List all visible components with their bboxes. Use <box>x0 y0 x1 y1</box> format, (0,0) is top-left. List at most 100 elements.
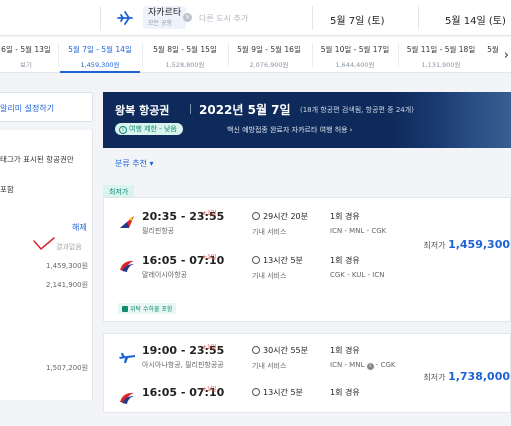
price-alert-label: 알리미 설정하기 <box>0 104 55 113</box>
sort-dropdown[interactable]: 분류 추천 ▾ <box>115 158 154 169</box>
filter-price: 1,507,200원 <box>46 364 89 372</box>
depart-date[interactable]: 5월 7일 (토) <box>330 12 385 27</box>
clock-icon <box>252 256 260 264</box>
flight-leg: 16:05 - 07:10 +1일 말레이시아항공 13시간 5분 기내 서비스… <box>104 254 511 294</box>
baggage-badge: 위탁 수하물 포함 <box>118 303 177 314</box>
date-range: 5월 8일 - 5월 15일 <box>153 45 217 54</box>
stops-count: 1회 경유 <box>330 388 360 397</box>
include-label[interactable]: 포함 <box>0 184 14 195</box>
divider <box>312 43 313 67</box>
reset-link[interactable]: 해제 <box>72 222 87 233</box>
airline-name: 아시아나항공, 필리핀항공공 <box>142 361 224 369</box>
filter-card: 태그가 표시된 항공권만 포함 해제 결과없음 1,459,300원 2,141… <box>0 130 93 400</box>
next-day-marker: +1일 <box>202 386 217 393</box>
tag-filter-label[interactable]: 태그가 표시된 항공권만 <box>0 154 74 165</box>
city-skyline-image <box>391 92 511 148</box>
price-value: 1,459,300 <box>448 238 510 251</box>
stops-count: 1회 경유 <box>330 346 360 355</box>
next-day-marker: +1일 <box>202 210 217 217</box>
flight-duration: 29시간 20분 <box>252 211 308 222</box>
header-date: 2022년 5월 7일 <box>199 103 291 117</box>
return-date[interactable]: 5월 14일 (토) <box>445 12 506 27</box>
divider <box>418 6 419 30</box>
date-tab[interactable]: 5월 11일 - 5월 18일 1,131,900원 <box>400 37 482 73</box>
airline-name: 필리핀항공 <box>142 227 175 235</box>
flight-duration: 13시간 5분 <box>252 255 303 266</box>
chevron-down-icon: ▾ <box>149 159 154 168</box>
add-city-input[interactable]: 다른 도시 추가 <box>199 13 248 24</box>
price-summary[interactable]: 최저가 1,738,000 <box>423 370 510 383</box>
plane-icon <box>119 353 135 363</box>
airline-name: 말레이시아항공 <box>142 271 188 279</box>
divider <box>190 104 191 114</box>
price-alert-button[interactable]: 알리미 설정하기 <box>0 92 93 122</box>
malaysia-airlines-logo <box>120 260 134 272</box>
destination-chip[interactable]: 자카르타 모든 공항 <box>143 6 187 29</box>
date-range: 5월 <box>487 45 499 54</box>
route-codes: ICN - MNL - CGK <box>330 227 387 235</box>
baggage-badge-label: 위탁 수하물 포함 <box>130 306 173 313</box>
flight-card[interactable]: 20:35 - 23:55 +1일 필리핀항공 29시간 20분 기내 서비스 … <box>103 197 511 322</box>
clock-icon <box>252 346 260 354</box>
date-tab[interactable]: 6일 - 5월 13일 보기 <box>0 37 54 73</box>
flight-card[interactable]: 19:00 - 23:55 +1일 아시아나항공, 필리핀항공공 30시간 55… <box>103 333 511 413</box>
route-codes: ICN - MNL i - CGK <box>330 361 396 370</box>
no-result-text: 결과없음 <box>56 243 82 251</box>
results-header: 왕복 항공권 2022년 5월 7일 (18개 항공편 검색됨, 항공편 중 2… <box>103 92 511 148</box>
clock-icon <box>252 212 260 220</box>
date-price: 1,131,900원 <box>421 61 461 69</box>
date-range: 5월 7일 - 5월 14일 <box>68 45 132 54</box>
flight-duration: 30시간 55분 <box>252 345 308 356</box>
date-tab[interactable]: 5월 9일 - 5월 16일 2,076,900원 <box>230 37 308 73</box>
sort-label: 분류 추천 <box>115 159 147 168</box>
result-count: (18개 항공편 검색됨, 항공편 중 24개) <box>300 106 414 114</box>
philippine-airlines-logo <box>120 216 134 228</box>
chevron-right-icon[interactable]: › <box>504 48 509 63</box>
info-icon: i <box>119 126 127 134</box>
date-tab[interactable]: 5월 10일 - 5월 17일 1,644,400원 <box>314 37 396 73</box>
stops-count: 1회 경유 <box>330 212 360 221</box>
flight-leg: 16:05 - 07:10 +1일 13시간 5분 1회 경유 <box>104 386 511 426</box>
filter-panel: 알리미 설정하기 태그가 표시된 항공권만 포함 해제 결과없음 1,459,3… <box>0 92 93 400</box>
clock-icon <box>252 388 260 396</box>
date-range: 6일 - 5월 13일 <box>1 45 51 54</box>
travel-restriction-badge[interactable]: i 여행 제한 - 낮음 <box>115 123 183 135</box>
date-price: 2,076,900원 <box>249 61 289 69</box>
divider <box>100 6 101 30</box>
date-tab[interactable]: 5월 8일 - 5월 15일 1,528,800원 <box>146 37 224 73</box>
destination-airports: 모든 공항 <box>148 20 172 27</box>
info-icon[interactable]: i <box>366 363 374 370</box>
date-range: 5월 9일 - 5월 16일 <box>237 45 301 54</box>
search-bar: 자카르타 모든 공항 × 다른 도시 추가 5월 7일 (토) 5월 14일 (… <box>0 0 511 36</box>
in-flight-service: 기내 서비스 <box>252 228 287 236</box>
next-day-marker: +1일 <box>202 254 217 261</box>
divider <box>312 6 313 30</box>
malaysia-airlines-logo <box>120 392 134 404</box>
price-prefix: 최저가 <box>423 373 446 382</box>
travel-badge-label: 여행 제한 - 낮음 <box>129 125 177 133</box>
destination-city: 자카르타 <box>148 8 182 18</box>
price-value: 1,738,000 <box>448 370 510 383</box>
route-codes: CGK - KUL - ICN <box>330 271 385 279</box>
suitcase-icon <box>122 306 128 312</box>
plane-icon[interactable] <box>116 9 134 27</box>
chevron-right-icon: › <box>349 126 353 134</box>
divider <box>142 43 143 67</box>
price-prefix: 최저가 <box>423 241 446 250</box>
travel-note[interactable]: 백신 예방접종 완료자 자카르타 여행 허용 › <box>227 125 352 135</box>
date-tab-active[interactable]: 5월 7일 - 5월 14일 1,459,300원 <box>60 37 140 73</box>
filter-price: 1,459,300원 <box>46 262 89 270</box>
date-price: 보기 <box>20 61 32 69</box>
flight-duration: 13시간 5분 <box>252 387 303 398</box>
trip-type-title: 왕복 항공권 <box>115 104 170 117</box>
in-flight-service: 기내 서비스 <box>252 272 287 280</box>
divider <box>398 43 399 67</box>
date-tabs: 6일 - 5월 13일 보기 5월 7일 - 5월 14일 1,459,300원… <box>0 37 511 73</box>
divider <box>58 43 59 67</box>
price-summary[interactable]: 최저가 1,459,300 <box>423 238 510 251</box>
date-tab[interactable]: 5월 <box>486 37 500 73</box>
filter-price: 2,141,900원 <box>46 281 89 289</box>
in-flight-service: 기내 서비스 <box>252 362 287 370</box>
red-check-mark-icon <box>33 237 55 251</box>
clear-destination-icon[interactable]: × <box>183 13 192 22</box>
